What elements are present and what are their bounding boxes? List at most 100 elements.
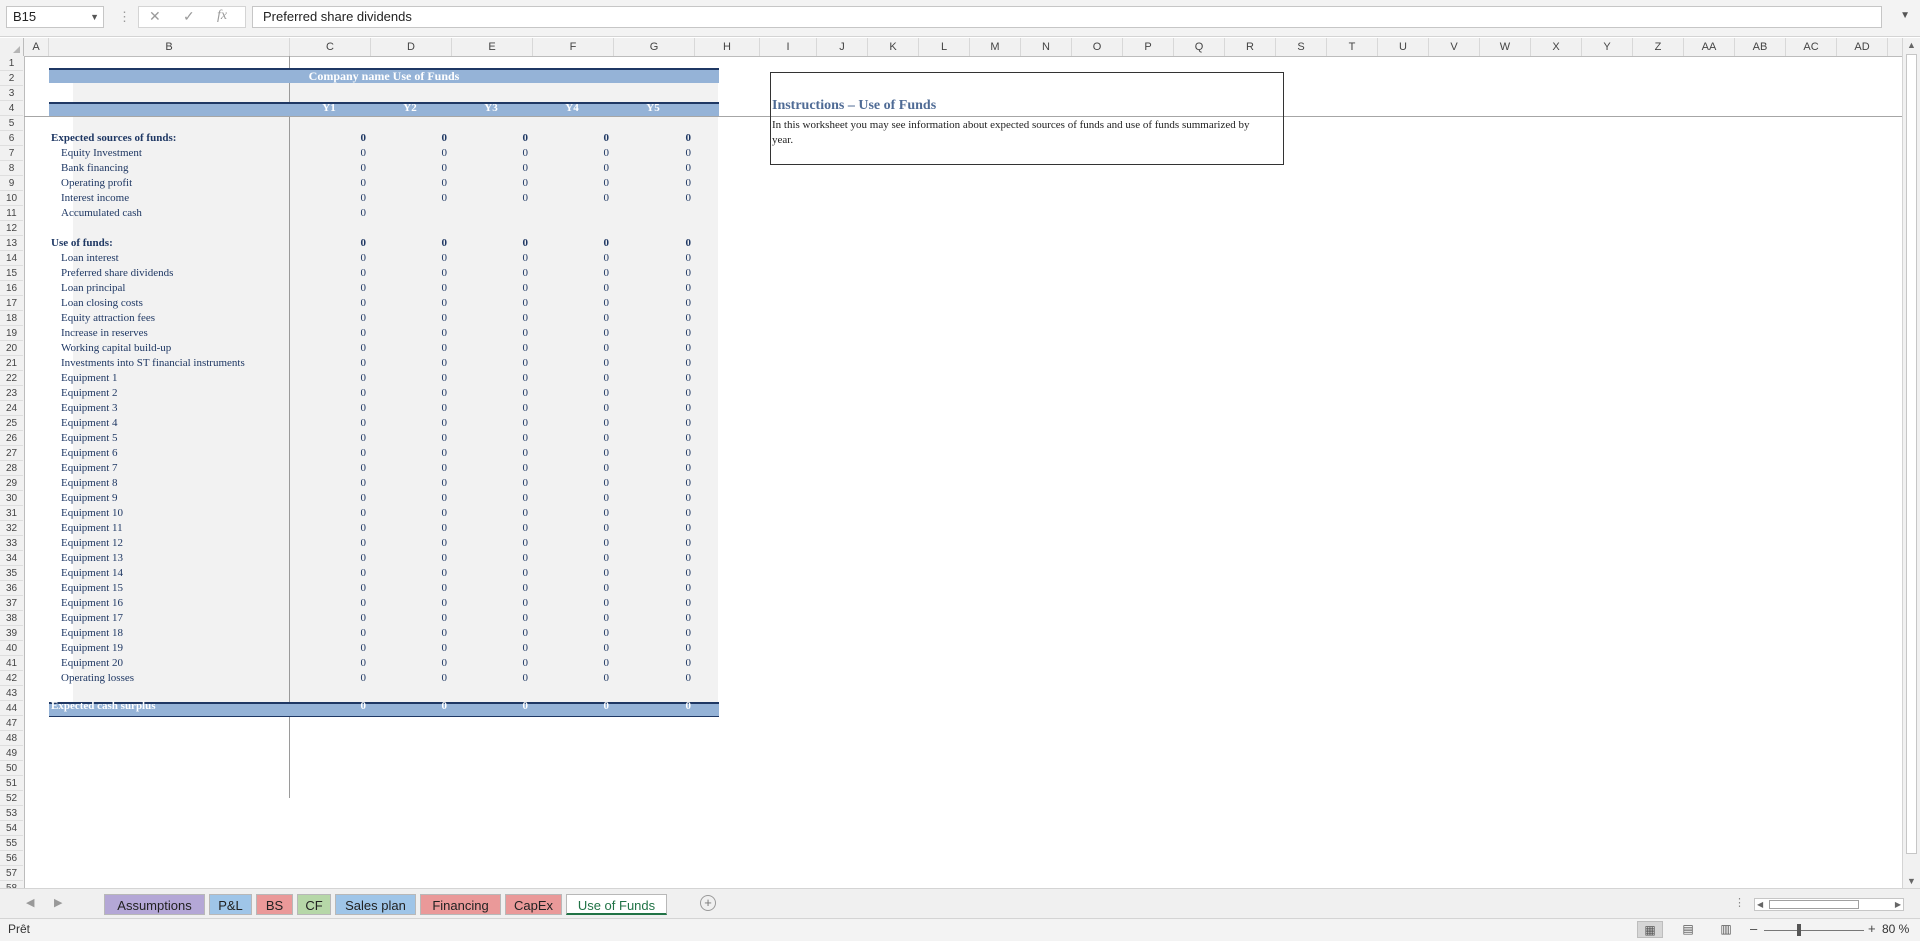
use-value-y2[interactable]: 0 xyxy=(407,386,448,401)
use-value-y4[interactable]: 0 xyxy=(569,371,610,386)
row-header-36[interactable]: 36 xyxy=(0,581,23,596)
tab-next-icon[interactable]: ▶ xyxy=(54,896,62,909)
source-value-y2[interactable]: 0 xyxy=(407,146,448,161)
source-value-y1[interactable]: 0 xyxy=(326,161,367,176)
row-header-47[interactable]: 47 xyxy=(0,716,23,731)
use-value-y5[interactable]: 0 xyxy=(651,461,692,476)
tab-use-of-funds[interactable]: Use of Funds xyxy=(566,894,667,915)
horizontal-scrollbar[interactable]: ◀ ▶ xyxy=(1754,898,1904,911)
use-label[interactable]: Equipment 7 xyxy=(61,461,118,476)
row-header-43[interactable]: 43 xyxy=(0,686,23,701)
use-label[interactable]: Investments into ST financial instrument… xyxy=(61,356,245,371)
column-header-n[interactable]: N xyxy=(1021,38,1072,56)
uses-header[interactable]: Use of funds: xyxy=(51,236,113,251)
row-header-29[interactable]: 29 xyxy=(0,476,23,491)
use-label[interactable]: Equipment 9 xyxy=(61,491,118,506)
row-header-50[interactable]: 50 xyxy=(0,761,23,776)
use-value-y5[interactable]: 0 xyxy=(651,416,692,431)
use-value-y3[interactable]: 0 xyxy=(488,296,529,311)
chevron-down-icon[interactable]: ▼ xyxy=(90,7,99,27)
row-header-57[interactable]: 57 xyxy=(0,866,23,881)
column-header-x[interactable]: X xyxy=(1531,38,1582,56)
sources-header[interactable]: Expected sources of funds: xyxy=(51,131,176,146)
surplus-label[interactable]: Expected cash surplus xyxy=(51,699,156,714)
use-label[interactable]: Equipment 3 xyxy=(61,401,118,416)
use-value-y5[interactable]: 0 xyxy=(651,641,692,656)
use-value-y2[interactable]: 0 xyxy=(407,266,448,281)
row-header-44[interactable]: 44 xyxy=(0,701,23,716)
row-header-3[interactable]: 3 xyxy=(0,86,23,101)
source-value-y1[interactable]: 0 xyxy=(326,176,367,191)
source-value-y3[interactable]: 0 xyxy=(488,176,529,191)
source-value-y4[interactable]: 0 xyxy=(569,161,610,176)
use-value-y4[interactable]: 0 xyxy=(569,671,610,686)
column-header-u[interactable]: U xyxy=(1378,38,1429,56)
column-header-y[interactable]: Y xyxy=(1582,38,1633,56)
use-value-y2[interactable]: 0 xyxy=(407,596,448,611)
use-value-y1[interactable]: 0 xyxy=(326,251,367,266)
column-header-s[interactable]: S xyxy=(1276,38,1327,56)
source-value-y5[interactable]: 0 xyxy=(651,176,692,191)
scroll-right-icon[interactable]: ▶ xyxy=(1895,899,1901,910)
row-header-18[interactable]: 18 xyxy=(0,311,23,326)
row-header-21[interactable]: 21 xyxy=(0,356,23,371)
use-value-y3[interactable]: 0 xyxy=(488,281,529,296)
row-header-8[interactable]: 8 xyxy=(0,161,23,176)
page-layout-view-icon[interactable]: ▤ xyxy=(1675,921,1701,938)
use-value-y3[interactable]: 0 xyxy=(488,356,529,371)
expand-formula-icon[interactable]: ▼ xyxy=(1900,10,1910,21)
use-value-y1[interactable]: 0 xyxy=(326,476,367,491)
use-value-y2[interactable]: 0 xyxy=(407,356,448,371)
row-header-1[interactable]: 1 xyxy=(0,56,23,71)
use-value-y5[interactable]: 0 xyxy=(651,431,692,446)
use-value-y4[interactable]: 0 xyxy=(569,311,610,326)
use-value-y3[interactable]: 0 xyxy=(488,491,529,506)
use-value-y5[interactable]: 0 xyxy=(651,476,692,491)
row-header-23[interactable]: 23 xyxy=(0,386,23,401)
use-value-y4[interactable]: 0 xyxy=(569,641,610,656)
column-header-f[interactable]: F xyxy=(533,38,614,56)
uses-total-y1[interactable]: 0 xyxy=(326,236,367,251)
column-header-aa[interactable]: AA xyxy=(1684,38,1735,56)
function-icon[interactable]: fx xyxy=(217,8,227,24)
source-value-y4[interactable]: 0 xyxy=(569,176,610,191)
row-header-9[interactable]: 9 xyxy=(0,176,23,191)
use-label[interactable]: Equipment 18 xyxy=(61,626,123,641)
use-value-y3[interactable]: 0 xyxy=(488,401,529,416)
use-value-y4[interactable]: 0 xyxy=(569,626,610,641)
column-header-b[interactable]: B xyxy=(49,38,290,56)
use-value-y3[interactable]: 0 xyxy=(488,416,529,431)
row-header-11[interactable]: 11 xyxy=(0,206,23,221)
source-value-y1[interactable]: 0 xyxy=(326,146,367,161)
row-header-2[interactable]: 2 xyxy=(0,71,23,86)
use-value-y5[interactable]: 0 xyxy=(651,506,692,521)
use-label[interactable]: Equipment 10 xyxy=(61,506,123,521)
use-value-y1[interactable]: 0 xyxy=(326,521,367,536)
column-header-d[interactable]: D xyxy=(371,38,452,56)
use-value-y4[interactable]: 0 xyxy=(569,596,610,611)
row-header-53[interactable]: 53 xyxy=(0,806,23,821)
use-value-y1[interactable]: 0 xyxy=(326,341,367,356)
row-header-52[interactable]: 52 xyxy=(0,791,23,806)
column-header-w[interactable]: W xyxy=(1480,38,1531,56)
source-value-y3[interactable]: 0 xyxy=(488,191,529,206)
use-value-y3[interactable]: 0 xyxy=(488,521,529,536)
use-value-y5[interactable]: 0 xyxy=(651,251,692,266)
uses-total-y5[interactable]: 0 xyxy=(651,236,692,251)
use-value-y2[interactable]: 0 xyxy=(407,446,448,461)
name-box[interactable]: B15 ▼ xyxy=(6,6,104,28)
use-label[interactable]: Loan interest xyxy=(61,251,119,266)
column-header-o[interactable]: O xyxy=(1072,38,1123,56)
use-value-y3[interactable]: 0 xyxy=(488,566,529,581)
use-value-y5[interactable]: 0 xyxy=(651,326,692,341)
check-icon[interactable]: ✓ xyxy=(183,8,195,25)
use-label[interactable]: Equipment 16 xyxy=(61,596,123,611)
use-value-y4[interactable]: 0 xyxy=(569,251,610,266)
use-value-y1[interactable]: 0 xyxy=(326,506,367,521)
tab-prev-icon[interactable]: ◀ xyxy=(26,896,34,909)
row-header-33[interactable]: 33 xyxy=(0,536,23,551)
sources-total-y3[interactable]: 0 xyxy=(488,131,529,146)
use-value-y1[interactable]: 0 xyxy=(326,326,367,341)
source-value-y2[interactable]: 0 xyxy=(407,191,448,206)
tab-sales-plan[interactable]: Sales plan xyxy=(335,894,416,915)
